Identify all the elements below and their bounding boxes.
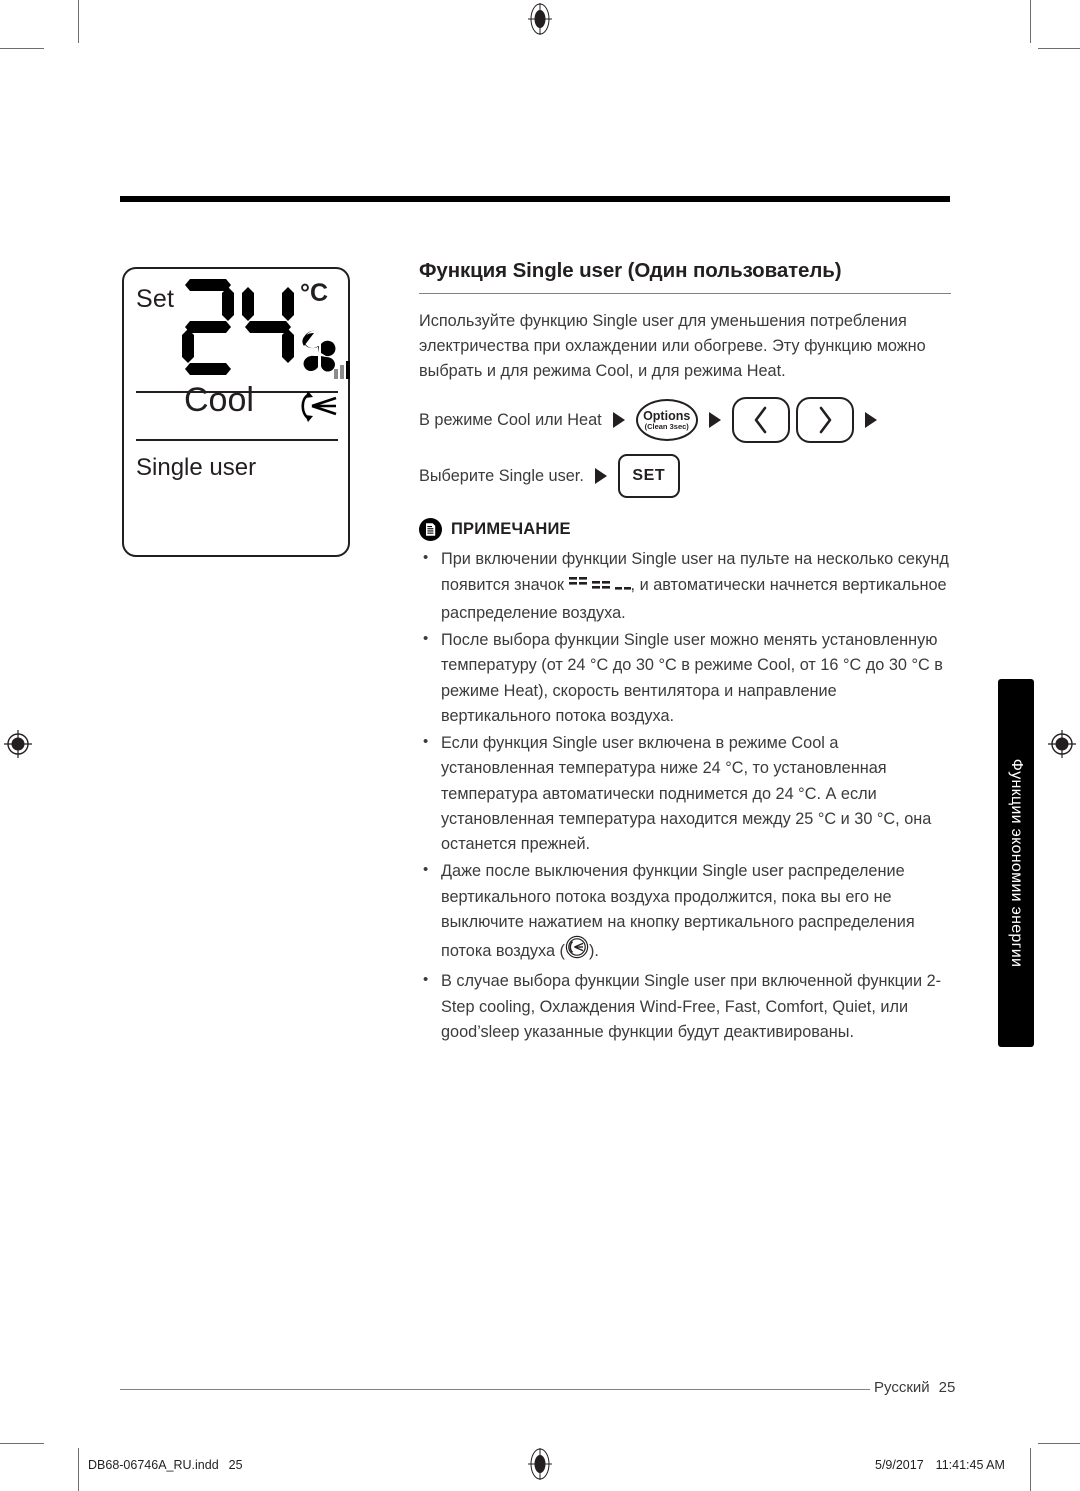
imprint-filename-text: DB68-06746A_RU.indd	[88, 1458, 219, 1472]
vertical-airflow-button-icon	[565, 935, 589, 967]
registration-mark-top	[524, 3, 556, 35]
step-1-label: В режиме Cool или Heat	[419, 410, 602, 429]
note-item-5: В случае выбора функции Single user при …	[419, 968, 951, 1045]
imprint-date: 5/9/2017	[875, 1458, 924, 1472]
imprint-filename: DB68-06746A_RU.indd 25	[88, 1458, 243, 1472]
intro-paragraph: Используйте функцию Single user для умен…	[419, 311, 926, 381]
note-item-4-text-before: Даже после выключения функции Single use…	[441, 862, 915, 961]
vertical-airflow-icon	[294, 389, 342, 425]
note-item-3: Если функция Single user включена в режи…	[419, 730, 951, 857]
side-tab-energy-saving: Функции экономии энергии	[998, 679, 1034, 1047]
lcd-temperature-digits	[178, 271, 298, 381]
lcd-divider-lower	[136, 439, 338, 441]
single-user-dashes-icon	[568, 576, 631, 601]
footer-rule	[120, 1389, 870, 1390]
options-button-sublabel: (Clean 3sec)	[644, 422, 689, 431]
note-item-1: При включении функции Single user на пул…	[419, 546, 951, 626]
imprint-time: 11:41:45 AM	[935, 1458, 1005, 1472]
remote-display-illustration: Set °C Cool Single user	[122, 267, 350, 557]
step-2-label: Выберите Single user.	[419, 466, 584, 485]
right-arrow-button[interactable]	[795, 397, 854, 444]
crop-mark-bottom-left-vertical	[78, 1448, 79, 1491]
note-item-4-text-after: ).	[588, 942, 599, 961]
arrow-right-triangle-icon-4	[594, 468, 607, 485]
page-top-rule	[120, 196, 950, 202]
crop-mark-bottom-right-horizontal	[1038, 1443, 1080, 1444]
page-title: Функция Single user (Один пользователь)	[419, 259, 842, 282]
arrow-right-triangle-icon-3	[864, 412, 877, 429]
lcd-mode-label: Cool	[184, 381, 254, 419]
arrow-right-triangle-icon-2	[708, 412, 721, 429]
footer-page-number: 25	[938, 1379, 956, 1396]
crop-mark-bottom-left-horizontal	[0, 1443, 44, 1444]
step-row-2: Выберите Single user. SET	[419, 453, 951, 499]
imprint-timestamp: 5/9/2017 11:41:45 AM	[875, 1458, 1005, 1472]
note-title: ПРИМЕЧАНИЕ	[451, 520, 571, 539]
note-header: ПРИМЕЧАНИЕ	[419, 518, 951, 542]
chevron-left-icon	[754, 407, 766, 434]
lcd-function-label: Single user	[136, 454, 257, 481]
note-item-4: Даже после выключения функции Single use…	[419, 858, 951, 967]
chevron-right-icon	[819, 407, 831, 434]
fan-icon	[292, 327, 352, 385]
note-list: При включении функции Single user на пул…	[419, 546, 951, 1045]
content-column: Функция Single user (Один пользователь) …	[419, 258, 951, 1047]
options-button[interactable]: Options (Clean 3sec)	[635, 399, 698, 442]
lcd-set-label: Set	[136, 285, 175, 313]
footer-language: Русский	[874, 1379, 930, 1396]
crop-mark-top-right-vertical	[1030, 0, 1031, 43]
note-item-2: После выбора функции Single user можно м…	[419, 627, 951, 729]
lcd-temperature-unit: °C	[300, 279, 329, 307]
step-row-1: В режиме Cool или Heat Options (Clean 3s…	[419, 397, 951, 444]
arrow-right-triangle-icon	[612, 412, 625, 429]
page-canvas: Set °C Cool Single user Функция Single u…	[0, 0, 1080, 1491]
step-list: В режиме Cool или Heat Options (Clean 3s…	[419, 397, 951, 499]
set-button[interactable]: SET	[617, 454, 680, 499]
crop-mark-top-left-vertical	[78, 0, 79, 43]
left-arrow-button[interactable]	[731, 397, 790, 444]
crop-mark-bottom-right-vertical	[1030, 1448, 1031, 1491]
crop-mark-top-right-horizontal	[1038, 48, 1080, 49]
footer-language-page: Русский 25	[874, 1379, 955, 1396]
registration-mark-left	[2, 728, 34, 760]
registration-mark-right	[1046, 728, 1078, 760]
registration-mark-bottom	[524, 1448, 556, 1480]
side-tab-label: Функции экономии энергии	[1008, 758, 1025, 968]
heading-divider	[419, 292, 951, 294]
crop-mark-top-left-horizontal	[0, 48, 44, 49]
note-document-icon	[419, 518, 442, 542]
imprint-page-number: 25	[228, 1458, 243, 1472]
fan-speed-bars-icon	[334, 361, 350, 379]
